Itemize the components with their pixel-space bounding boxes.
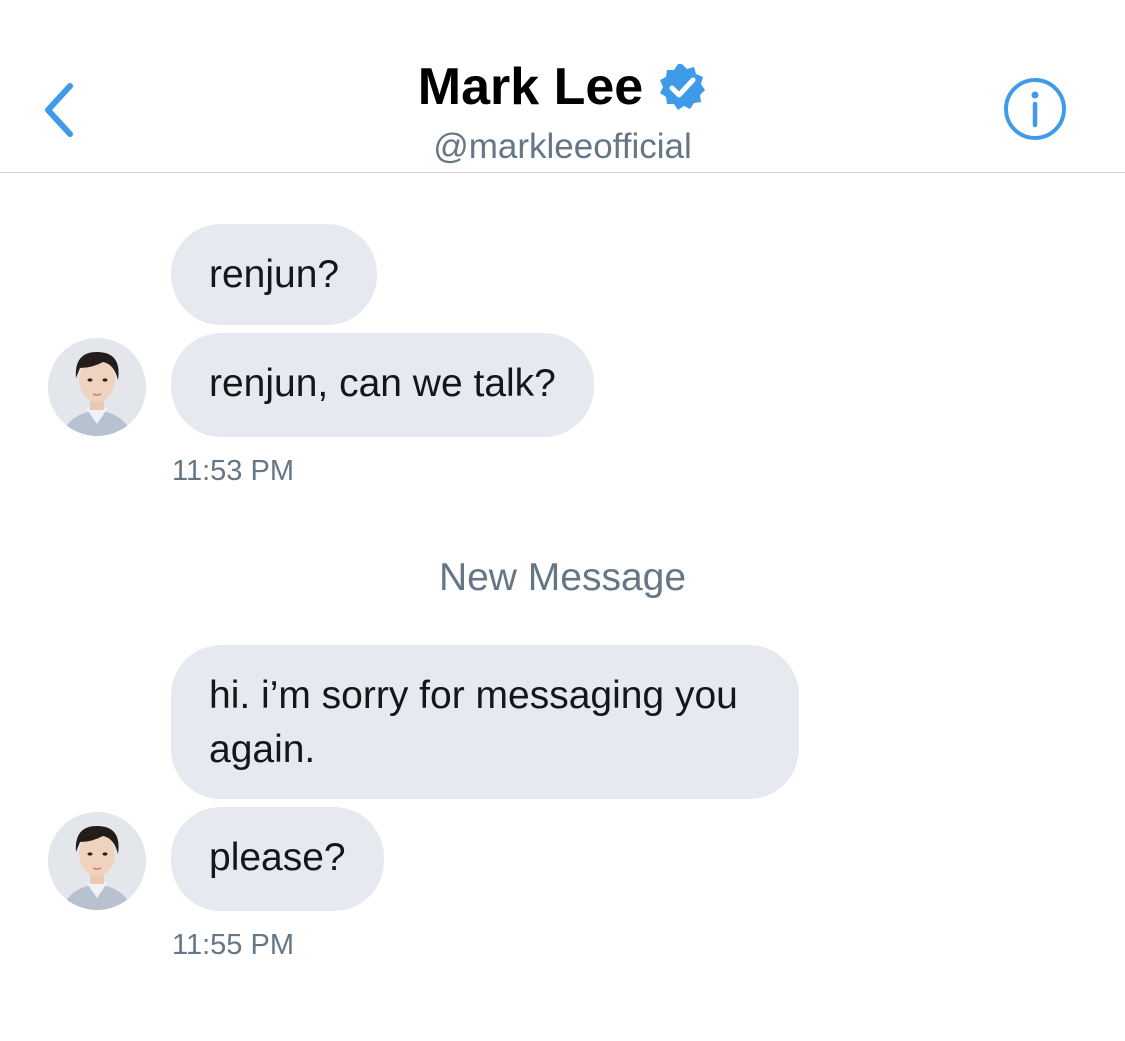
contact-title-block[interactable]: Mark Lee @markleeofficial (0, 55, 1125, 169)
avatar[interactable] (48, 338, 146, 436)
message-timestamp: 11:55 PM (172, 929, 294, 961)
message-bubble[interactable]: renjun, can we talk? (171, 333, 594, 437)
message-bubble[interactable]: please? (171, 807, 384, 911)
message-text: renjun? (209, 253, 340, 296)
new-message-divider: New Message (438, 556, 687, 599)
verified-badge-icon (660, 64, 706, 110)
avatar[interactable] (48, 812, 146, 910)
avatar-image (48, 338, 146, 436)
message-bubble[interactable]: renjun? (171, 224, 378, 325)
info-button[interactable] (1000, 74, 1070, 144)
message-bubble[interactable]: hi. i’m sorry for messaging you again. (171, 645, 799, 799)
message-text: renjun, can we talk? (209, 362, 556, 405)
message-text: hi. i’m sorry for messaging you again. (209, 674, 738, 771)
info-icon (1004, 78, 1066, 140)
avatar-image (48, 812, 146, 910)
message-text: please? (209, 836, 346, 879)
message-timestamp: 11:53 PM (172, 455, 294, 487)
contact-handle: @markleeofficial (433, 127, 692, 166)
contact-name: Mark Lee (417, 58, 644, 116)
conversation-header: Mark Lee @markleeofficial (0, 0, 1125, 173)
